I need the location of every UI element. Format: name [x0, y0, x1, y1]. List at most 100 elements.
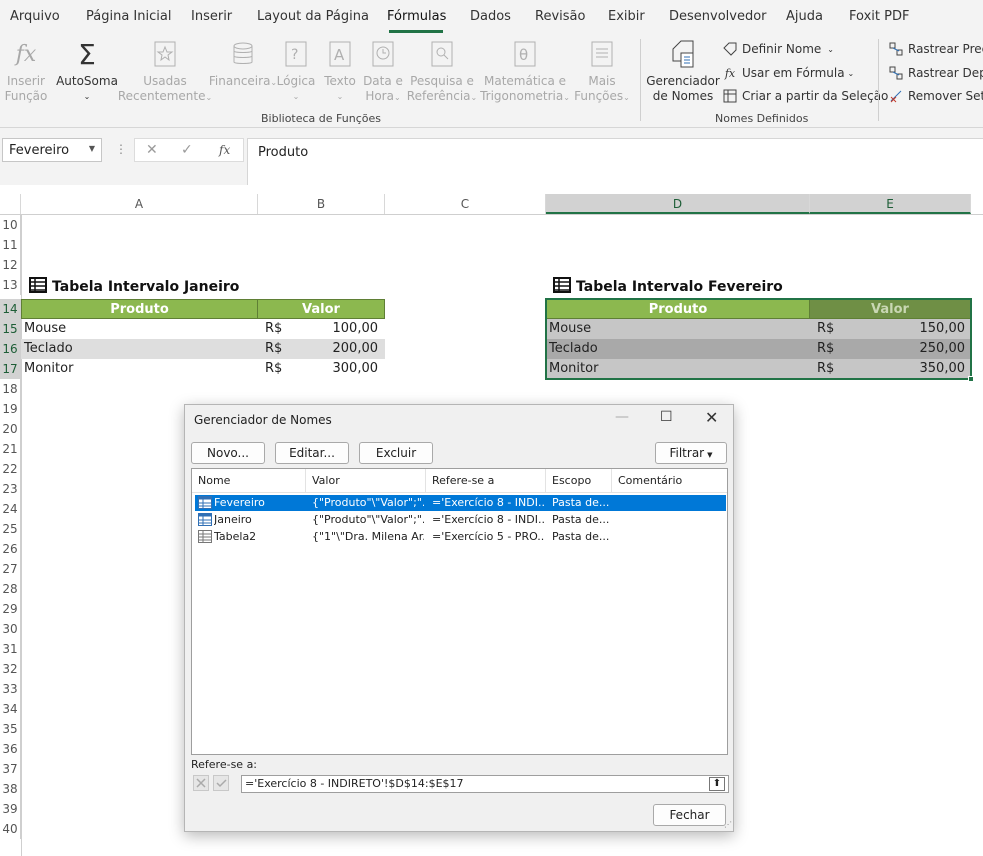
row-header[interactable]: 28	[0, 579, 21, 599]
col-header-valor[interactable]: Valor	[306, 469, 426, 493]
autosum-button[interactable]: Σ AutoSoma ⌄	[56, 38, 118, 104]
row-header[interactable]: 13	[0, 275, 21, 295]
names-list[interactable]: Nome Valor Refere-se a Escopo Comentário…	[191, 468, 728, 755]
more-functions-button[interactable]: Mais Funções⌄	[572, 38, 632, 105]
row-header[interactable]: 11	[0, 235, 21, 255]
tab-ajuda[interactable]: Ajuda	[786, 9, 823, 24]
datetime-button[interactable]: Data e Hora⌄	[362, 38, 404, 105]
row-header[interactable]: 22	[0, 459, 21, 479]
row-header[interactable]: 34	[0, 699, 21, 719]
row-header[interactable]: 17	[0, 359, 21, 379]
tab-revisao[interactable]: Revisão	[535, 9, 585, 24]
jan-header-valor[interactable]: Valor	[257, 299, 385, 319]
cancel-edit-icon[interactable]	[193, 775, 209, 791]
table-cell[interactable]: Mouse	[24, 319, 66, 339]
table-cell[interactable]: R$	[265, 339, 282, 359]
row-header[interactable]: 40	[0, 819, 21, 839]
lookup-button[interactable]: Pesquisa e Referência⌄	[406, 38, 478, 105]
row-header[interactable]: 39	[0, 799, 21, 819]
row-header[interactable]: 37	[0, 759, 21, 779]
financial-button[interactable]: Financeira⌄	[209, 38, 277, 90]
insert-function-button[interactable]: fx Inserir Função	[4, 38, 48, 104]
row-header[interactable]: 30	[0, 619, 21, 639]
define-name-button[interactable]: Definir Nome ⌄	[722, 41, 834, 57]
row-header[interactable]: 21	[0, 439, 21, 459]
col-header-escopo[interactable]: Escopo	[546, 469, 612, 493]
minimize-icon[interactable]: —	[615, 409, 629, 425]
row-header[interactable]: 18	[0, 379, 21, 399]
row-header[interactable]: 29	[0, 599, 21, 619]
insert-function-icon[interactable]: fx	[219, 143, 230, 157]
trace-precedents-button[interactable]: Rastrear Prece	[888, 41, 983, 57]
fill-handle[interactable]	[968, 376, 974, 382]
select-all-corner[interactable]	[0, 194, 21, 214]
column-header-b[interactable]: B	[258, 194, 385, 214]
column-header-e[interactable]: E	[810, 194, 971, 214]
tab-dados[interactable]: Dados	[470, 9, 511, 24]
row-header[interactable]: 24	[0, 499, 21, 519]
list-item[interactable]: Janeiro {"Produto"\"Valor";"... ='Exercí…	[195, 512, 726, 528]
cancel-icon[interactable]: ✕	[146, 142, 158, 158]
recent-functions-button[interactable]: Usadas Recentemente⌄	[118, 38, 212, 105]
table-cell[interactable]: 200,00	[300, 339, 379, 359]
row-header[interactable]: 19	[0, 399, 21, 419]
text-functions-button[interactable]: A Texto ⌄	[320, 38, 360, 104]
maximize-icon[interactable]: ☐	[660, 409, 673, 425]
resize-grip-icon[interactable]: ⋰	[724, 820, 732, 829]
row-header[interactable]: 14	[0, 299, 21, 319]
jan-header-produto[interactable]: Produto	[21, 299, 258, 319]
caret-down-icon[interactable]: ▼	[89, 144, 95, 153]
row-header[interactable]: 33	[0, 679, 21, 699]
tab-arquivo[interactable]: Arquivo	[10, 9, 60, 24]
name-box[interactable]: Fevereiro ▼	[2, 138, 102, 162]
more-options-icon[interactable]: ⋮	[115, 142, 127, 156]
filter-button[interactable]: Filtrar ▼	[655, 442, 727, 464]
table-cell[interactable]: 300,00	[300, 359, 379, 379]
use-in-formula-button[interactable]: fx Usar em Fórmula ⌄	[722, 65, 854, 81]
row-header[interactable]: 38	[0, 779, 21, 799]
tab-exibir[interactable]: Exibir	[608, 9, 645, 24]
column-header-a[interactable]: A	[21, 194, 258, 214]
col-header-comentario[interactable]: Comentário	[612, 469, 727, 493]
new-button[interactable]: Novo...	[191, 442, 265, 464]
list-item[interactable]: Fevereiro {"Produto"\"Valor";"... ='Exer…	[195, 495, 726, 511]
math-button[interactable]: θ Matemática e Trigonometria⌄	[480, 38, 570, 105]
trace-dependents-button[interactable]: Rastrear Depe	[888, 65, 983, 81]
collapse-dialog-icon[interactable]: ⬆	[709, 777, 725, 791]
row-header[interactable]: 27	[0, 559, 21, 579]
table-cell[interactable]: R$	[265, 319, 282, 339]
col-header-refere[interactable]: Refere-se a	[426, 469, 546, 493]
list-item[interactable]: Tabela2 {"1"\"Dra. Milena Ar... ='Exercí…	[195, 529, 726, 545]
row-header[interactable]: 36	[0, 739, 21, 759]
name-manager-button[interactable]: Gerenciador de Nomes	[646, 38, 720, 104]
table-cell[interactable]: Monitor	[24, 359, 73, 379]
column-header-d[interactable]: D	[546, 194, 810, 214]
tab-layout[interactable]: Layout da Página	[257, 9, 369, 24]
row-header[interactable]: 25	[0, 519, 21, 539]
logical-button[interactable]: ? Lógica ⌄	[276, 38, 316, 104]
refers-to-input[interactable]: ='Exercício 8 - INDIRETO'!$D$14:$E$17 ⬆	[241, 775, 729, 793]
row-header[interactable]: 12	[0, 255, 21, 275]
row-header[interactable]: 32	[0, 659, 21, 679]
row-header[interactable]: 15	[0, 319, 21, 339]
table-cell[interactable]: 100,00	[300, 319, 379, 339]
row-header[interactable]: 20	[0, 419, 21, 439]
column-header-c[interactable]: C	[385, 194, 546, 214]
edit-button[interactable]: Editar...	[275, 442, 349, 464]
create-from-selection-button[interactable]: Criar a partir da Seleção	[722, 88, 888, 104]
row-header[interactable]: 35	[0, 719, 21, 739]
confirm-edit-icon[interactable]	[213, 775, 229, 791]
row-header[interactable]: 23	[0, 479, 21, 499]
delete-button[interactable]: Excluir	[359, 442, 433, 464]
tab-formulas[interactable]: Fórmulas	[387, 9, 446, 24]
table-cell[interactable]: Teclado	[24, 339, 73, 359]
row-header[interactable]: 26	[0, 539, 21, 559]
tab-pagina-inicial[interactable]: Página Inicial	[86, 9, 171, 24]
table-cell[interactable]: R$	[265, 359, 282, 379]
check-icon[interactable]: ✓	[181, 142, 193, 158]
tab-inserir[interactable]: Inserir	[191, 9, 232, 24]
tab-desenvolvedor[interactable]: Desenvolvedor	[669, 9, 767, 24]
tab-foxit[interactable]: Foxit PDF	[849, 9, 909, 24]
row-header[interactable]: 31	[0, 639, 21, 659]
close-icon[interactable]: ✕	[705, 408, 718, 427]
